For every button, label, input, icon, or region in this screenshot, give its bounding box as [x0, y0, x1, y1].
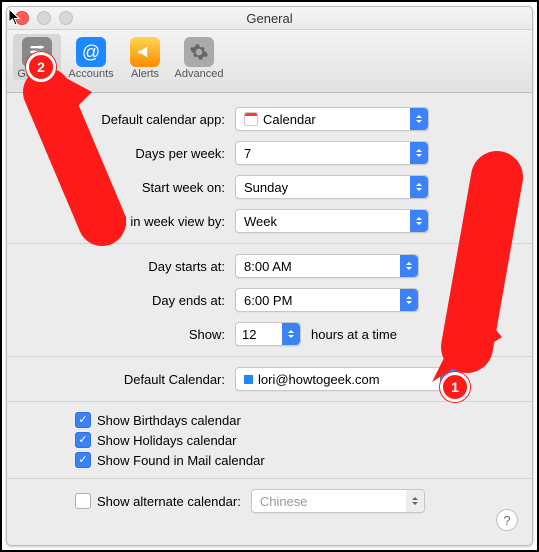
chevron-updown-icon [400, 255, 418, 277]
divider [7, 401, 532, 402]
select-value: Week [244, 214, 277, 229]
chevron-updown-icon [410, 142, 428, 164]
divider [7, 478, 532, 479]
show-alternate-checkbox[interactable] [75, 493, 91, 509]
default-calendar-label: Default Calendar: [25, 372, 235, 387]
chevron-updown-icon [410, 108, 428, 130]
gear-icon [189, 42, 209, 62]
scroll-week-view-select[interactable]: Week [235, 209, 429, 233]
preferences-content: Default calendar app: Calendar Days per … [7, 93, 532, 525]
chevron-updown-icon [410, 176, 428, 198]
checkbox-label: Show Found in Mail calendar [97, 453, 265, 468]
chevron-updown-icon [282, 323, 300, 345]
tab-label: General [17, 68, 56, 80]
start-week-on-label: Start week on: [25, 180, 235, 195]
select-value: 8:00 AM [244, 259, 292, 274]
divider [7, 356, 532, 357]
checkbox-label: Show alternate calendar: [97, 494, 241, 509]
select-value: Sunday [244, 180, 288, 195]
tab-label: Advanced [175, 68, 224, 80]
show-hours-select[interactable]: 12 [235, 322, 301, 346]
preferences-toolbar: General @ Accounts Alerts Advanced [7, 30, 532, 93]
start-week-on-select[interactable]: Sunday [235, 175, 429, 199]
default-calendar-select[interactable]: lori@howtogeek.com [235, 367, 459, 391]
divider [7, 243, 532, 244]
day-starts-label: Day starts at: [25, 259, 235, 274]
window-title: General [7, 11, 532, 26]
show-hours-label: Show: [25, 327, 235, 342]
chevron-updown-icon [400, 289, 418, 311]
alerts-icon [130, 37, 160, 67]
accounts-icon: @ [76, 37, 106, 67]
select-value: lori@howtogeek.com [258, 372, 380, 387]
checkbox-icon [75, 452, 91, 468]
chevron-updown-icon [410, 210, 428, 232]
show-mail-checkbox[interactable]: Show Found in Mail calendar [75, 452, 514, 468]
switches-icon [28, 43, 46, 61]
select-value: Calendar [263, 112, 316, 127]
tab-accounts[interactable]: @ Accounts [67, 34, 115, 80]
checkbox-icon [75, 432, 91, 448]
megaphone-icon [136, 43, 154, 61]
checkbox-label: Show Birthdays calendar [97, 413, 241, 428]
default-app-select[interactable]: Calendar [235, 107, 429, 131]
help-button[interactable]: ? [496, 509, 518, 531]
days-per-week-label: Days per week: [25, 146, 235, 161]
chevron-updown-icon [440, 368, 458, 390]
day-ends-select[interactable]: 6:00 PM [235, 288, 419, 312]
tab-alerts[interactable]: Alerts [121, 34, 169, 80]
tab-advanced[interactable]: Advanced [175, 34, 223, 80]
checkbox-label: Show Holidays calendar [97, 433, 236, 448]
show-birthdays-checkbox[interactable]: Show Birthdays calendar [75, 412, 514, 428]
tab-label: Accounts [68, 68, 113, 80]
checkbox-icon [75, 412, 91, 428]
scroll-week-view-label: Scroll in week view by: [25, 214, 235, 229]
show-hours-suffix: hours at a time [311, 327, 397, 342]
tab-label: Alerts [131, 68, 159, 80]
alternate-calendar-select[interactable]: Chinese [251, 489, 425, 513]
day-ends-label: Day ends at: [25, 293, 235, 308]
tab-general[interactable]: General [13, 34, 61, 80]
default-app-label: Default calendar app: [25, 112, 235, 127]
select-value: 12 [242, 327, 256, 342]
general-icon [22, 37, 52, 67]
days-per-week-select[interactable]: 7 [235, 141, 429, 165]
advanced-icon [184, 37, 214, 67]
select-value: 7 [244, 146, 251, 161]
day-starts-select[interactable]: 8:00 AM [235, 254, 419, 278]
calendar-color-swatch [244, 375, 253, 384]
chevron-updown-icon [406, 490, 424, 512]
calendar-app-icon [244, 112, 258, 126]
titlebar: General [7, 7, 532, 30]
select-value: Chinese [260, 494, 308, 509]
select-value: 6:00 PM [244, 293, 292, 308]
show-holidays-checkbox[interactable]: Show Holidays calendar [75, 432, 514, 448]
